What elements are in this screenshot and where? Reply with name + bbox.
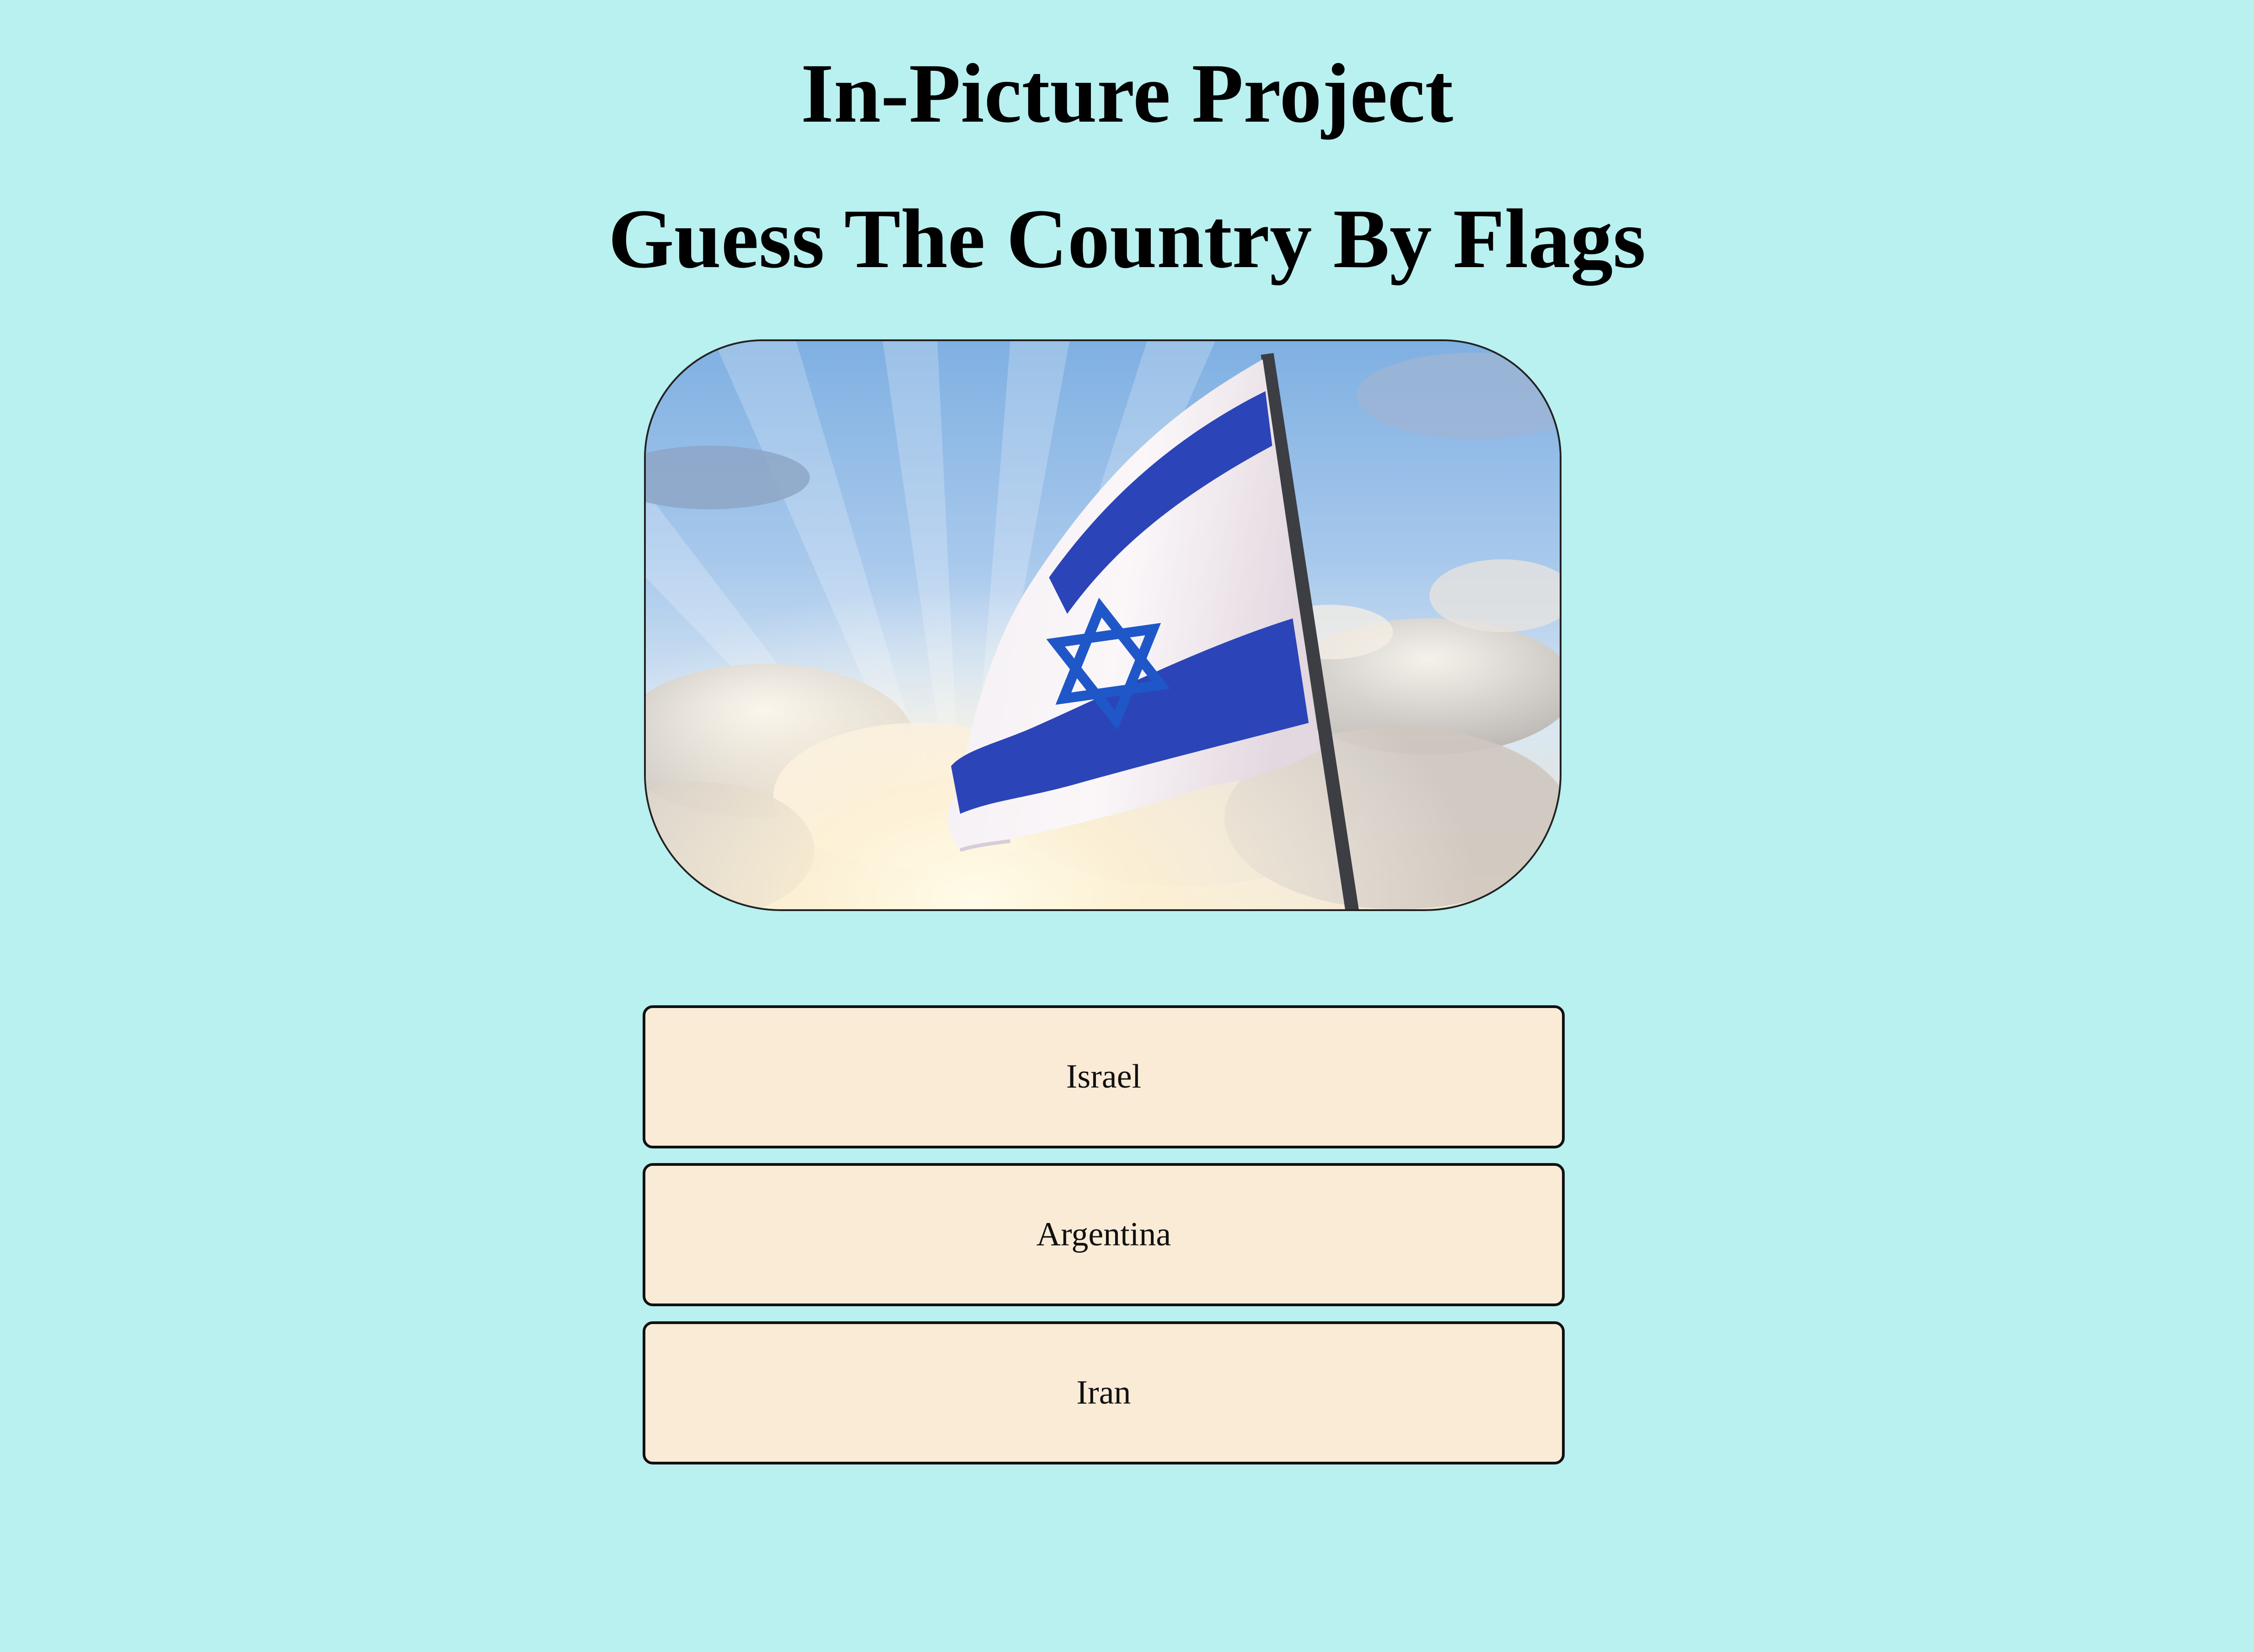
- answer-label: Iran: [1076, 1374, 1131, 1411]
- flag-photo: [646, 341, 1560, 909]
- answer-option-argentina[interactable]: Argentina: [643, 1163, 1565, 1306]
- page-subtitle: Guess The Country By Flags: [608, 192, 1646, 286]
- answer-label: Israel: [1066, 1058, 1142, 1095]
- page-title: In-Picture Project: [800, 47, 1454, 140]
- answer-label: Argentina: [1036, 1216, 1171, 1253]
- answer-option-iran[interactable]: Iran: [643, 1321, 1565, 1464]
- answer-option-israel[interactable]: Israel: [643, 1005, 1565, 1148]
- flag-image: [644, 339, 1562, 911]
